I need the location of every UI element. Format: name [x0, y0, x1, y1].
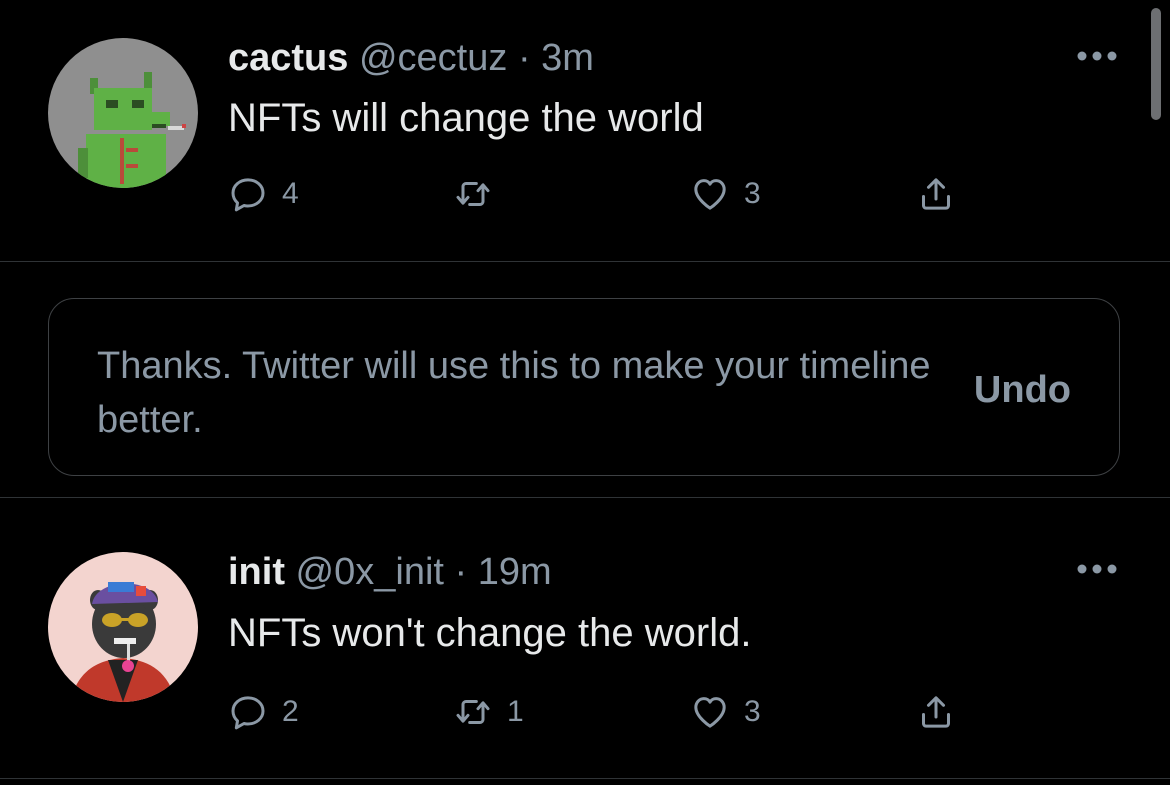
author-name[interactable]: init	[228, 551, 285, 593]
retweet-count: 1	[507, 695, 524, 728]
like-button[interactable]: 3	[690, 690, 761, 734]
tweet-header: cactus @cectuz · 3m	[228, 36, 594, 80]
author-name[interactable]: cactus	[228, 37, 348, 79]
separator-dot: ·	[517, 37, 531, 79]
share-button[interactable]	[916, 690, 956, 734]
panther-avatar[interactable]	[48, 552, 198, 702]
scrollbar[interactable]	[1151, 8, 1161, 120]
pixel-cactus-cat-avatar[interactable]	[48, 38, 198, 188]
divider	[0, 261, 1170, 262]
heart-icon	[690, 174, 730, 214]
divider	[0, 778, 1170, 779]
tweet[interactable]: init @0x_init · 19m NFTs won't change th…	[0, 497, 1170, 778]
like-count: 3	[744, 695, 761, 728]
retweet-button[interactable]: 1	[453, 690, 524, 734]
share-icon	[916, 692, 956, 732]
feedback-notice: Thanks. Twitter will use this to make yo…	[48, 298, 1120, 476]
reply-icon	[228, 174, 268, 214]
like-count: 3	[744, 177, 761, 210]
author-handle[interactable]: @0x_init	[296, 551, 444, 593]
heart-icon	[690, 692, 730, 732]
more-icon[interactable]	[1074, 559, 1120, 579]
undo-button[interactable]: Undo	[974, 369, 1071, 412]
like-button[interactable]: 3	[690, 172, 761, 216]
reply-count: 2	[282, 695, 299, 728]
reply-button[interactable]: 2	[228, 690, 299, 734]
reply-icon	[228, 692, 268, 732]
reply-button[interactable]: 4	[228, 172, 299, 216]
tweet-time[interactable]: 19m	[478, 551, 552, 593]
tweet-header: init @0x_init · 19m	[228, 550, 552, 594]
separator-dot: ·	[454, 551, 468, 593]
retweet-icon	[453, 174, 493, 214]
tweet-text: NFTs will change the world	[228, 96, 704, 140]
more-icon[interactable]	[1074, 46, 1120, 66]
notice-text: Thanks. Twitter will use this to make yo…	[97, 345, 931, 441]
reply-count: 4	[282, 177, 299, 210]
retweet-icon	[453, 692, 493, 732]
tweet-text: NFTs won't change the world.	[228, 611, 752, 655]
retweet-button[interactable]	[453, 172, 507, 216]
author-handle[interactable]: @cectuz	[359, 37, 507, 79]
share-icon	[916, 174, 956, 214]
tweet-time[interactable]: 3m	[541, 37, 594, 79]
share-button[interactable]	[916, 172, 956, 216]
tweet[interactable]: cactus @cectuz · 3m NFTs will change the…	[0, 0, 1170, 261]
